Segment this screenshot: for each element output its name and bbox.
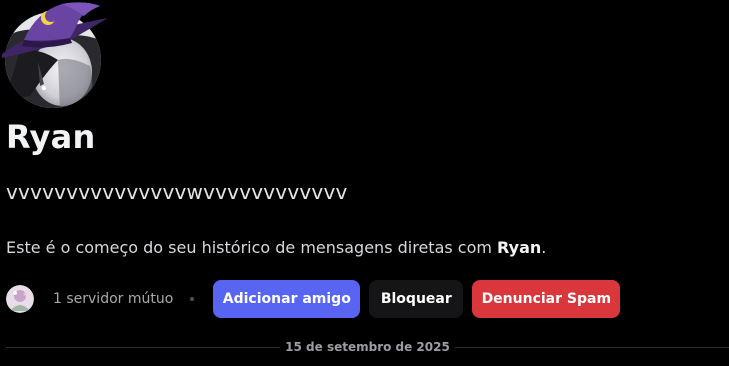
block-button[interactable]: Bloquear [369, 280, 464, 318]
profile-actions-row: 1 servidor mútuo Adicionar amigo Bloquea… [6, 280, 621, 318]
mutual-server-avatar[interactable] [6, 285, 34, 313]
dm-intro-name: Ryan [497, 238, 542, 257]
report-spam-button[interactable]: Denunciar Spam [472, 280, 621, 318]
mutual-servers-link[interactable]: 1 servidor mútuo [53, 291, 173, 307]
dm-welcome-header: Ryan vvvvvvvvvvvvvvvwvvvvvvvvvvvv Este é… [0, 0, 729, 366]
profile-username: vvvvvvvvvvvvvvvwvvvvvvvvvvvv [6, 180, 348, 204]
profile-avatar[interactable] [0, 0, 110, 112]
divider-line-right [454, 346, 729, 348]
profile-display-name: Ryan [6, 118, 96, 156]
date-divider: 15 de setembro de 2025 [6, 339, 729, 355]
date-divider-label: 15 de setembro de 2025 [285, 340, 450, 354]
dm-intro-prefix: Este é o começo do seu histórico de mens… [6, 238, 498, 257]
separator-dot [190, 297, 195, 301]
divider-line-left [6, 346, 281, 348]
witch-hat-avatar-icon [2, 2, 108, 108]
add-friend-button[interactable]: Adicionar amigo [213, 280, 361, 318]
dm-intro-suffix: . [541, 238, 547, 257]
dm-intro-text: Este é o começo do seu histórico de mens… [6, 238, 546, 257]
server-icon [6, 285, 34, 313]
